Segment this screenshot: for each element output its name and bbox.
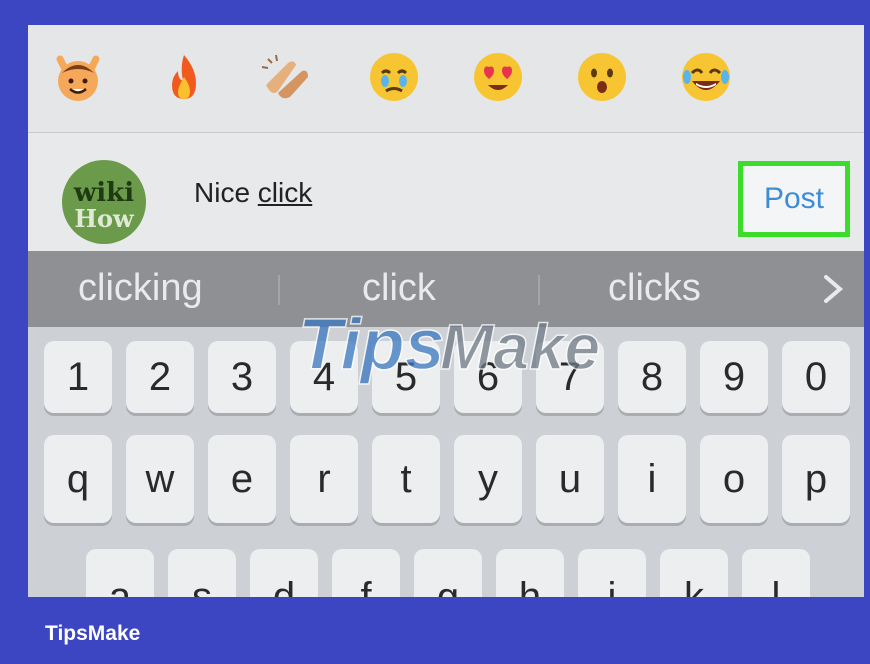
post-button[interactable]: Post: [738, 161, 850, 237]
tears-of-joy-emoji-icon[interactable]: [678, 49, 734, 105]
key-u[interactable]: u: [536, 435, 604, 523]
screenshot-frame: wiki How Nice click Post clicking click …: [28, 25, 864, 597]
key-s[interactable]: s: [168, 549, 236, 597]
comment-input[interactable]: Nice click: [194, 177, 312, 209]
clapping-hands-emoji-icon[interactable]: [258, 49, 314, 105]
key-a[interactable]: a: [86, 549, 154, 597]
key-t[interactable]: t: [372, 435, 440, 523]
brand-label: TipsMake: [45, 622, 141, 645]
key-k[interactable]: k: [660, 549, 728, 597]
key-g[interactable]: g: [414, 549, 482, 597]
key-l[interactable]: l: [742, 549, 810, 597]
key-r[interactable]: r: [290, 435, 358, 523]
surprised-face-emoji-icon[interactable]: [574, 49, 630, 105]
crying-face-emoji-icon[interactable]: [366, 49, 422, 105]
key-q[interactable]: q: [44, 435, 112, 523]
svg-text:Make: Make: [440, 311, 600, 383]
raising-hands-face-emoji-icon[interactable]: [50, 49, 106, 105]
key-9[interactable]: 9: [700, 341, 768, 413]
key-3[interactable]: 3: [208, 341, 276, 413]
chevron-right-icon[interactable]: [818, 271, 848, 307]
key-1[interactable]: 1: [44, 341, 112, 413]
watermark-logo: Tips Make: [297, 304, 601, 386]
key-2[interactable]: 2: [126, 341, 194, 413]
avatar: wiki How: [62, 160, 146, 244]
key-0[interactable]: 0: [782, 341, 850, 413]
key-y[interactable]: y: [454, 435, 522, 523]
suggestion-item[interactable]: clicking: [78, 267, 203, 310]
key-p[interactable]: p: [782, 435, 850, 523]
key-i[interactable]: i: [618, 435, 686, 523]
comment-text-plain: Nice: [194, 177, 258, 208]
suggestion-divider: [278, 275, 280, 305]
key-e[interactable]: e: [208, 435, 276, 523]
svg-text:Tips: Tips: [298, 305, 445, 385]
emoji-bar: [28, 25, 864, 133]
key-f[interactable]: f: [332, 549, 400, 597]
key-j[interactable]: j: [578, 549, 646, 597]
comment-compose-row: wiki How Nice click Post: [28, 133, 864, 251]
comment-text-underlined-word: click: [257, 177, 313, 208]
key-o[interactable]: o: [700, 435, 768, 523]
heart-eyes-emoji-icon[interactable]: [470, 49, 526, 105]
key-d[interactable]: d: [250, 549, 318, 597]
key-w[interactable]: w: [126, 435, 194, 523]
avatar-logo-line2: How: [74, 204, 134, 233]
key-h[interactable]: h: [496, 549, 564, 597]
fire-emoji-icon[interactable]: [156, 49, 212, 105]
